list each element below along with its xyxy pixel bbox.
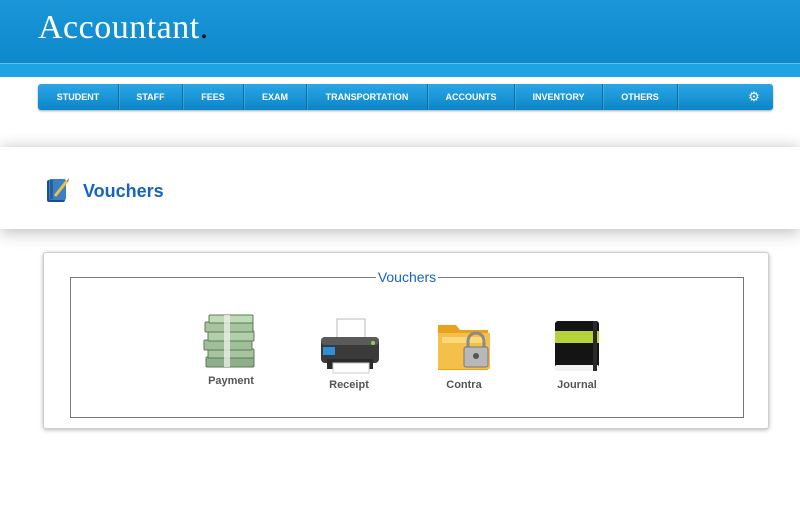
nav-item-fees[interactable]: FEES bbox=[183, 84, 244, 110]
contra-label: Contra bbox=[446, 379, 482, 391]
book-icon bbox=[44, 176, 70, 209]
contra-voucher-tile[interactable]: Contra bbox=[419, 317, 509, 391]
payment-voucher-tile[interactable]: Payment bbox=[186, 313, 276, 387]
nav-item-accounts[interactable]: ACCOUNTS bbox=[428, 84, 515, 110]
notebook-icon bbox=[555, 321, 599, 371]
vouchers-legend: Vouchers bbox=[71, 269, 743, 287]
header-stripe bbox=[0, 63, 800, 77]
main-nav: STUDENT STAFF FEES EXAM TRANSPORTATION A… bbox=[38, 84, 773, 110]
page-title-band: Vouchers bbox=[0, 147, 800, 229]
vouchers-fieldset: Vouchers Payment Receipt Contra Journal bbox=[70, 269, 744, 418]
gear-icon[interactable]: ⚙ bbox=[747, 90, 761, 104]
nav-item-transportation[interactable]: TRANSPORTATION bbox=[307, 84, 428, 110]
receipt-voucher-tile[interactable]: Receipt bbox=[304, 317, 394, 391]
page-title: Vouchers bbox=[83, 181, 164, 201]
payment-label: Payment bbox=[208, 375, 254, 387]
nav-item-inventory[interactable]: INVENTORY bbox=[515, 84, 603, 110]
title-dot: . bbox=[199, 9, 209, 46]
app-title: Accountant. bbox=[38, 9, 209, 46]
vouchers-panel: Vouchers Payment Receipt Contra Journal bbox=[43, 252, 769, 429]
vouchers-legend-text: Vouchers bbox=[375, 269, 439, 285]
money-stack-icon bbox=[203, 314, 255, 368]
nav-item-student[interactable]: STUDENT bbox=[38, 84, 119, 110]
nav-item-exam[interactable]: EXAM bbox=[244, 84, 307, 110]
nav-item-staff[interactable]: STAFF bbox=[119, 84, 183, 110]
locked-folder-icon bbox=[438, 325, 490, 370]
nav-item-others[interactable]: OTHERS bbox=[603, 84, 678, 110]
app-header: Accountant. bbox=[0, 0, 800, 63]
printer-icon bbox=[321, 318, 379, 374]
journal-voucher-tile[interactable]: Journal bbox=[532, 317, 622, 391]
receipt-label: Receipt bbox=[329, 379, 369, 391]
journal-label: Journal bbox=[557, 379, 597, 391]
